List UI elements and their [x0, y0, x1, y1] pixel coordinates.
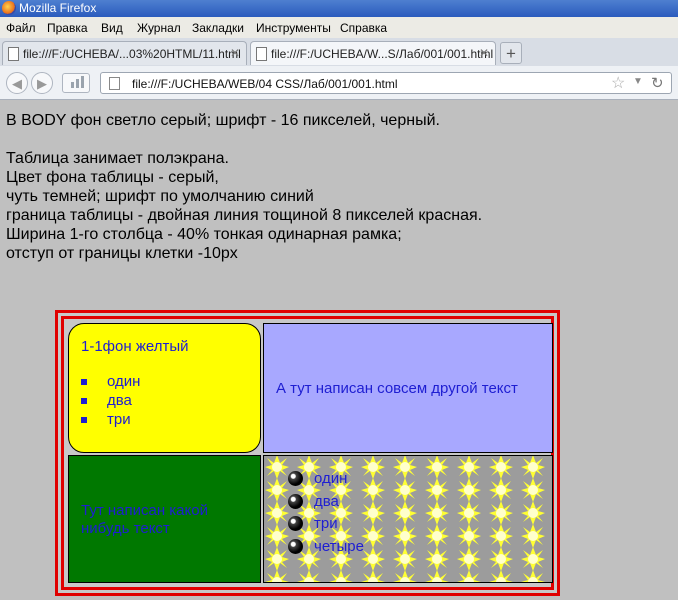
square-bullet-list: один два три	[81, 372, 140, 429]
tab-11-html[interactable]: file:///F:/UCHEBA/...03%20HTML/11.html ✕	[2, 41, 247, 65]
arrow-right-icon: ▶	[37, 76, 47, 91]
reload-icon[interactable]: ↻	[651, 74, 664, 92]
tab-label: file:///F:/UCHEBA/...03%20HTML/11.html	[23, 47, 241, 61]
new-tab-button[interactable]: +	[500, 42, 522, 64]
ball-bullet-icon	[288, 493, 303, 509]
list-item: два	[81, 391, 140, 410]
ball-bullet-icon	[288, 471, 303, 486]
ball-bullet-icon	[288, 516, 303, 531]
table-inner-border: 1-1фон желтый один два три А тут написан…	[61, 316, 554, 590]
chevron-down-icon[interactable]: ▼	[633, 76, 643, 87]
page-icon	[8, 47, 19, 61]
tab-001-html[interactable]: file:///F:/UCHEBA/W...S/Лаб/001/001.html…	[250, 41, 496, 65]
forward-button[interactable]: ▶	[31, 72, 53, 94]
styled-table: 1-1фон желтый один два три А тут написан…	[55, 310, 560, 596]
window-title: Mozilla Firefox	[19, 1, 97, 15]
bar-chart-button[interactable]	[62, 73, 90, 93]
cell-text: Тут написан какой нибудь текст	[81, 502, 208, 537]
list-item: один	[81, 372, 140, 391]
list-item: три	[282, 514, 364, 537]
menu-file[interactable]: Файл	[6, 21, 36, 35]
description-block: Таблица занимает полэкрана. Цвет фона та…	[6, 149, 482, 263]
page-content: В BODY фон светло серый; шрифт - 16 пикс…	[0, 100, 678, 600]
description-line: граница таблицы - двойная линия тощиной …	[6, 207, 483, 224]
menu-help[interactable]: Справка	[340, 21, 387, 35]
window-titlebar: Mozilla Firefox	[0, 0, 678, 17]
description-line: Таблица занимает полэкрана.	[6, 150, 229, 167]
intro-text: В BODY фон светло серый; шрифт - 16 пикс…	[6, 112, 440, 129]
navigation-toolbar: ◀ ▶ file:///F:/UCHEBA/WEB/04 CSS/Лаб/001…	[0, 66, 678, 100]
description-line: Ширина 1-го столбца - 40% тонкая одинарн…	[6, 226, 402, 243]
cell-yellow: 1-1фон желтый один два три	[68, 323, 261, 453]
arrow-left-icon: ◀	[12, 76, 22, 91]
cell-starburst-pattern: один два три четыре	[263, 455, 553, 583]
close-icon[interactable]: ✕	[479, 46, 489, 60]
tab-strip: file:///F:/UCHEBA/...03%20HTML/11.html ✕…	[0, 38, 678, 67]
menu-edit[interactable]: Правка	[47, 21, 88, 35]
menu-tools[interactable]: Инструменты	[256, 21, 331, 35]
ball-bullet-list: один два три четыре	[282, 469, 364, 559]
ball-bullet-icon	[288, 538, 303, 554]
cell-text: А тут написан совсем другой текст	[276, 380, 518, 397]
menu-view[interactable]: Вид	[101, 21, 123, 35]
cell-heading: 1-1фон желтый	[81, 338, 189, 355]
description-line: Цвет фона таблицы - серый,	[6, 169, 219, 186]
firefox-icon	[2, 1, 16, 15]
list-item: один	[282, 469, 364, 492]
address-bar[interactable]: file:///F:/UCHEBA/WEB/04 CSS/Лаб/001/001…	[100, 72, 672, 94]
bookmark-star-icon[interactable]: ☆	[611, 73, 625, 93]
close-icon[interactable]: ✕	[230, 46, 240, 60]
list-item: четыре	[282, 537, 364, 560]
description-line: отступ от границы клетки -10px	[6, 245, 238, 262]
tab-label: file:///F:/UCHEBA/W...S/Лаб/001/001.html	[271, 47, 494, 61]
menu-history[interactable]: Журнал	[137, 21, 181, 35]
menu-bookmarks[interactable]: Закладки	[192, 21, 244, 35]
page-icon	[256, 47, 267, 61]
cell-lavender: А тут написан совсем другой текст	[263, 323, 553, 453]
description-line: чуть темней; шрифт по умолчанию синий	[6, 188, 314, 205]
list-item: два	[282, 492, 364, 515]
page-icon	[109, 77, 120, 90]
list-item: три	[81, 410, 140, 429]
menubar: Файл Правка Вид Журнал Закладки Инструме…	[0, 17, 678, 38]
cell-green: Тут написан какой нибудь текст	[68, 455, 261, 583]
back-button[interactable]: ◀	[6, 72, 28, 94]
url-text[interactable]: file:///F:/UCHEBA/WEB/04 CSS/Лаб/001/001…	[132, 77, 398, 91]
